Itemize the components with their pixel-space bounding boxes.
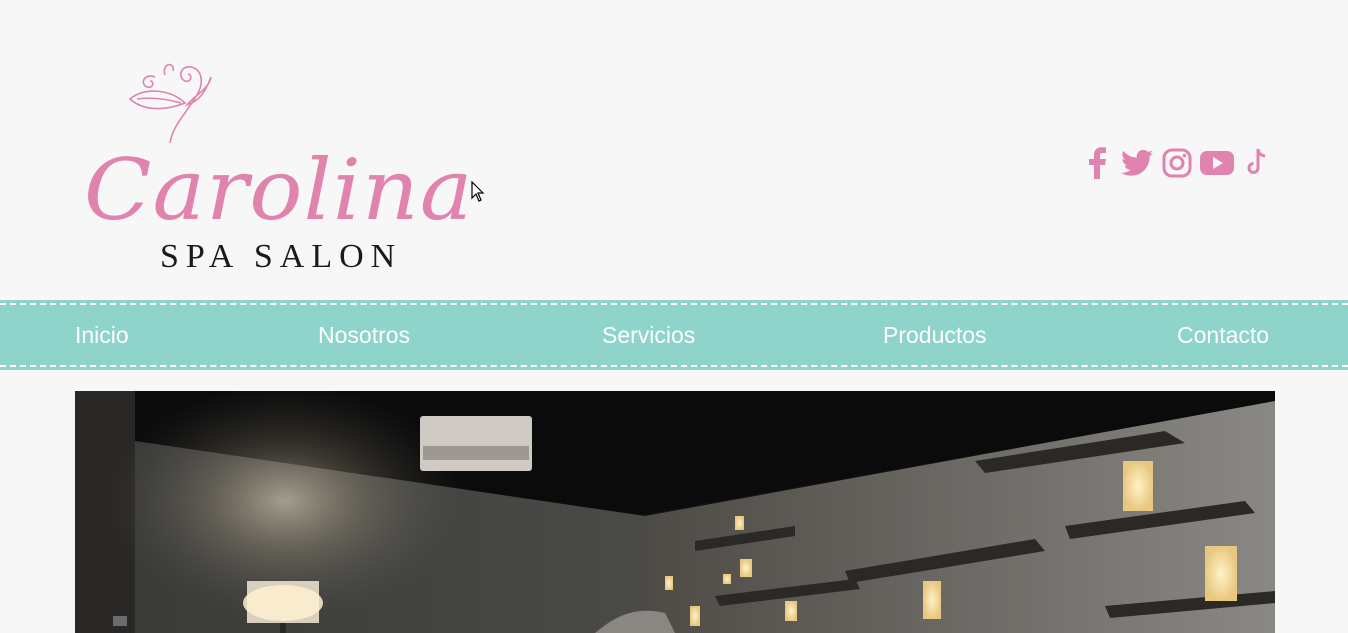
nav-item-inicio[interactable]: Inicio — [75, 322, 129, 349]
main-navigation: Inicio Nosotros Servicios Productos Cont… — [0, 300, 1348, 370]
nav-item-nosotros[interactable]: Nosotros — [318, 322, 410, 349]
mouse-cursor-icon — [471, 181, 485, 202]
instagram-icon[interactable] — [1160, 146, 1194, 180]
nav-item-productos[interactable]: Productos — [883, 322, 987, 349]
nav-item-servicios[interactable]: Servicios — [602, 322, 695, 349]
twitter-icon[interactable] — [1120, 146, 1154, 180]
spa-room-photo — [75, 391, 1275, 633]
brand-script-name: Carolina — [84, 141, 474, 239]
flower-logo-icon — [128, 63, 212, 144]
site-logo[interactable]: Carolina SPA SALON — [80, 50, 480, 280]
youtube-icon[interactable] — [1200, 146, 1234, 180]
tiktok-icon[interactable] — [1240, 146, 1274, 180]
hero-image — [75, 391, 1275, 633]
facebook-icon[interactable] — [1080, 146, 1114, 180]
social-links — [1080, 146, 1274, 180]
brand-subtitle: SPA SALON — [160, 238, 403, 275]
site-header: Carolina SPA SALON — [0, 0, 1348, 300]
nav-item-contacto[interactable]: Contacto — [1177, 322, 1269, 349]
